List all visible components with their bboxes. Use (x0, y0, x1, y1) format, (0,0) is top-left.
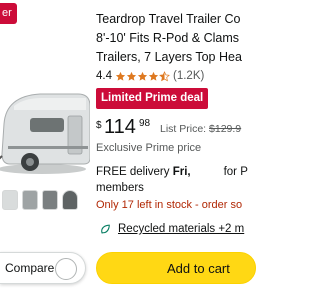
star-icon (148, 71, 159, 81)
thumbnail-strip (0, 190, 90, 212)
thumbnail[interactable] (22, 190, 38, 210)
delivery-prefix: FREE delivery (96, 166, 170, 178)
stock-status: Only 17 left in stock - order so (96, 199, 243, 211)
half-star-icon (159, 70, 170, 81)
product-image[interactable] (0, 66, 90, 186)
star-icon (115, 71, 126, 81)
star-rating-icon (115, 70, 170, 82)
compare-button[interactable]: Compare (0, 252, 86, 284)
thumbnail[interactable] (42, 190, 58, 210)
product-details: Teardrop Travel Trailer Co 8'-10' Fits R… (96, 0, 256, 296)
list-price-value: $129.9 (209, 123, 242, 135)
recycled-materials-label: Recycled materials +2 m (118, 223, 245, 235)
delivery-suffix: for P (223, 166, 248, 178)
title-line: Trailers, 7 Layers Top Hea (96, 50, 242, 64)
star-icon (126, 71, 137, 81)
leaf-icon (101, 224, 110, 234)
rating-count: (1.2K) (173, 70, 205, 82)
delivery-day: Fri, (172, 166, 191, 178)
compare-checkbox[interactable] (55, 258, 77, 280)
price-symbol: $ (96, 120, 102, 131)
title-line: Teardrop Travel Trailer Co (96, 12, 241, 26)
deal-badge: er (0, 3, 17, 24)
recycled-materials-link[interactable]: Recycled materials +2 m (96, 220, 244, 238)
product-title[interactable]: Teardrop Travel Trailer Co 8'-10' Fits R… (96, 10, 266, 67)
thumbnail[interactable] (62, 190, 78, 210)
delivery-members: members (96, 182, 144, 194)
add-to-cart-button[interactable]: Add to cart (96, 252, 256, 284)
thumbnail[interactable] (2, 190, 18, 210)
exclusive-prime-price: Exclusive Prime price (96, 142, 202, 154)
compare-label: Compare (5, 261, 55, 275)
rating-value: 4.4 (96, 70, 112, 82)
deal-badge-label: er (2, 7, 12, 19)
list-price: List Price: $129.9 (160, 123, 241, 135)
add-to-cart-label: Add to cart (167, 261, 230, 276)
product-image-column[interactable]: er Compare (0, 0, 90, 296)
title-line: 8'-10' Fits R-Pod & Clams (96, 31, 240, 45)
price-fraction: 98 (139, 118, 151, 129)
price-whole: 114 (104, 116, 136, 138)
star-icon (137, 71, 148, 81)
list-price-label: List Price: (160, 123, 207, 135)
rating-row[interactable]: 4.4 (1.2K) (96, 68, 204, 84)
limited-deal-badge: Limited Prime deal (96, 88, 209, 109)
delivery-info: FREE delivery Fri, for P members (96, 164, 266, 196)
